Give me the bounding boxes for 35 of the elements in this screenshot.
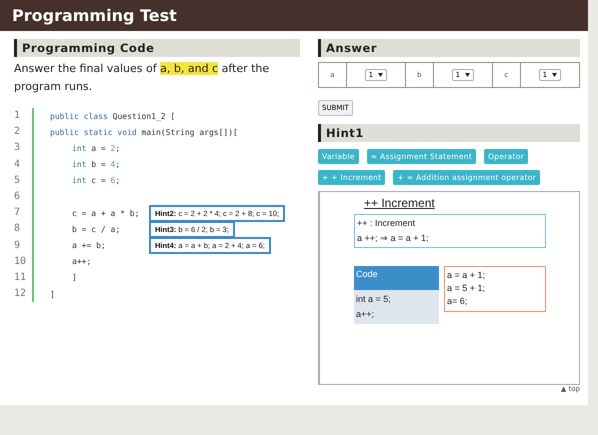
code-line: c = a + a * b; — [72, 208, 140, 218]
page-title: Programming Test — [12, 6, 177, 25]
code-line: a += b; — [72, 241, 106, 250]
line-number: 4 — [14, 156, 34, 173]
line-number: 12 — [14, 286, 34, 302]
steps-box: a = a + 1; a = 5 + 1; a= 6; — [444, 266, 546, 312]
code-example-table: Code int a = 5; a++; — [354, 266, 439, 324]
line-number: 2 — [14, 124, 34, 140]
line-number: 5 — [14, 172, 34, 189]
line-number: 7 — [14, 205, 34, 222]
definition-box: ++ : Increment a ++; ⇒ a = a + 1; — [354, 214, 546, 248]
code-line: public static void main(String args[])[ — [50, 128, 238, 137]
line-number: 10 — [14, 254, 34, 270]
line-number: 3 — [14, 140, 34, 157]
code-line: ] — [72, 273, 77, 282]
line-number: 1 — [14, 108, 34, 124]
code-line: int a = 2; — [72, 144, 120, 153]
section-heading: Answer — [318, 39, 580, 57]
code-line: int c = 6; — [72, 176, 120, 186]
line-number: 8 — [14, 221, 34, 238]
line-number: 9 — [14, 238, 34, 254]
instruction-text: Answer the final values of a, b, and c after the program runs. — [14, 61, 270, 95]
caret-icon — [552, 73, 558, 77]
section-heading: Programming Code — [14, 39, 300, 57]
code-line: b = c / a; — [72, 224, 120, 234]
section-heading: Hint1 — [318, 124, 580, 142]
code-line: public class Question1_2 [ — [50, 112, 176, 121]
line-number: 6 — [14, 188, 34, 206]
code-line: a++; — [72, 257, 92, 266]
caret-icon — [465, 73, 470, 77]
caret-icon — [378, 73, 384, 77]
hint-title: ++ Increment — [364, 196, 436, 210]
line-number: 11 — [14, 270, 34, 286]
code-line: int b = 4; — [72, 160, 120, 170]
code-line: ] — [50, 290, 55, 299]
